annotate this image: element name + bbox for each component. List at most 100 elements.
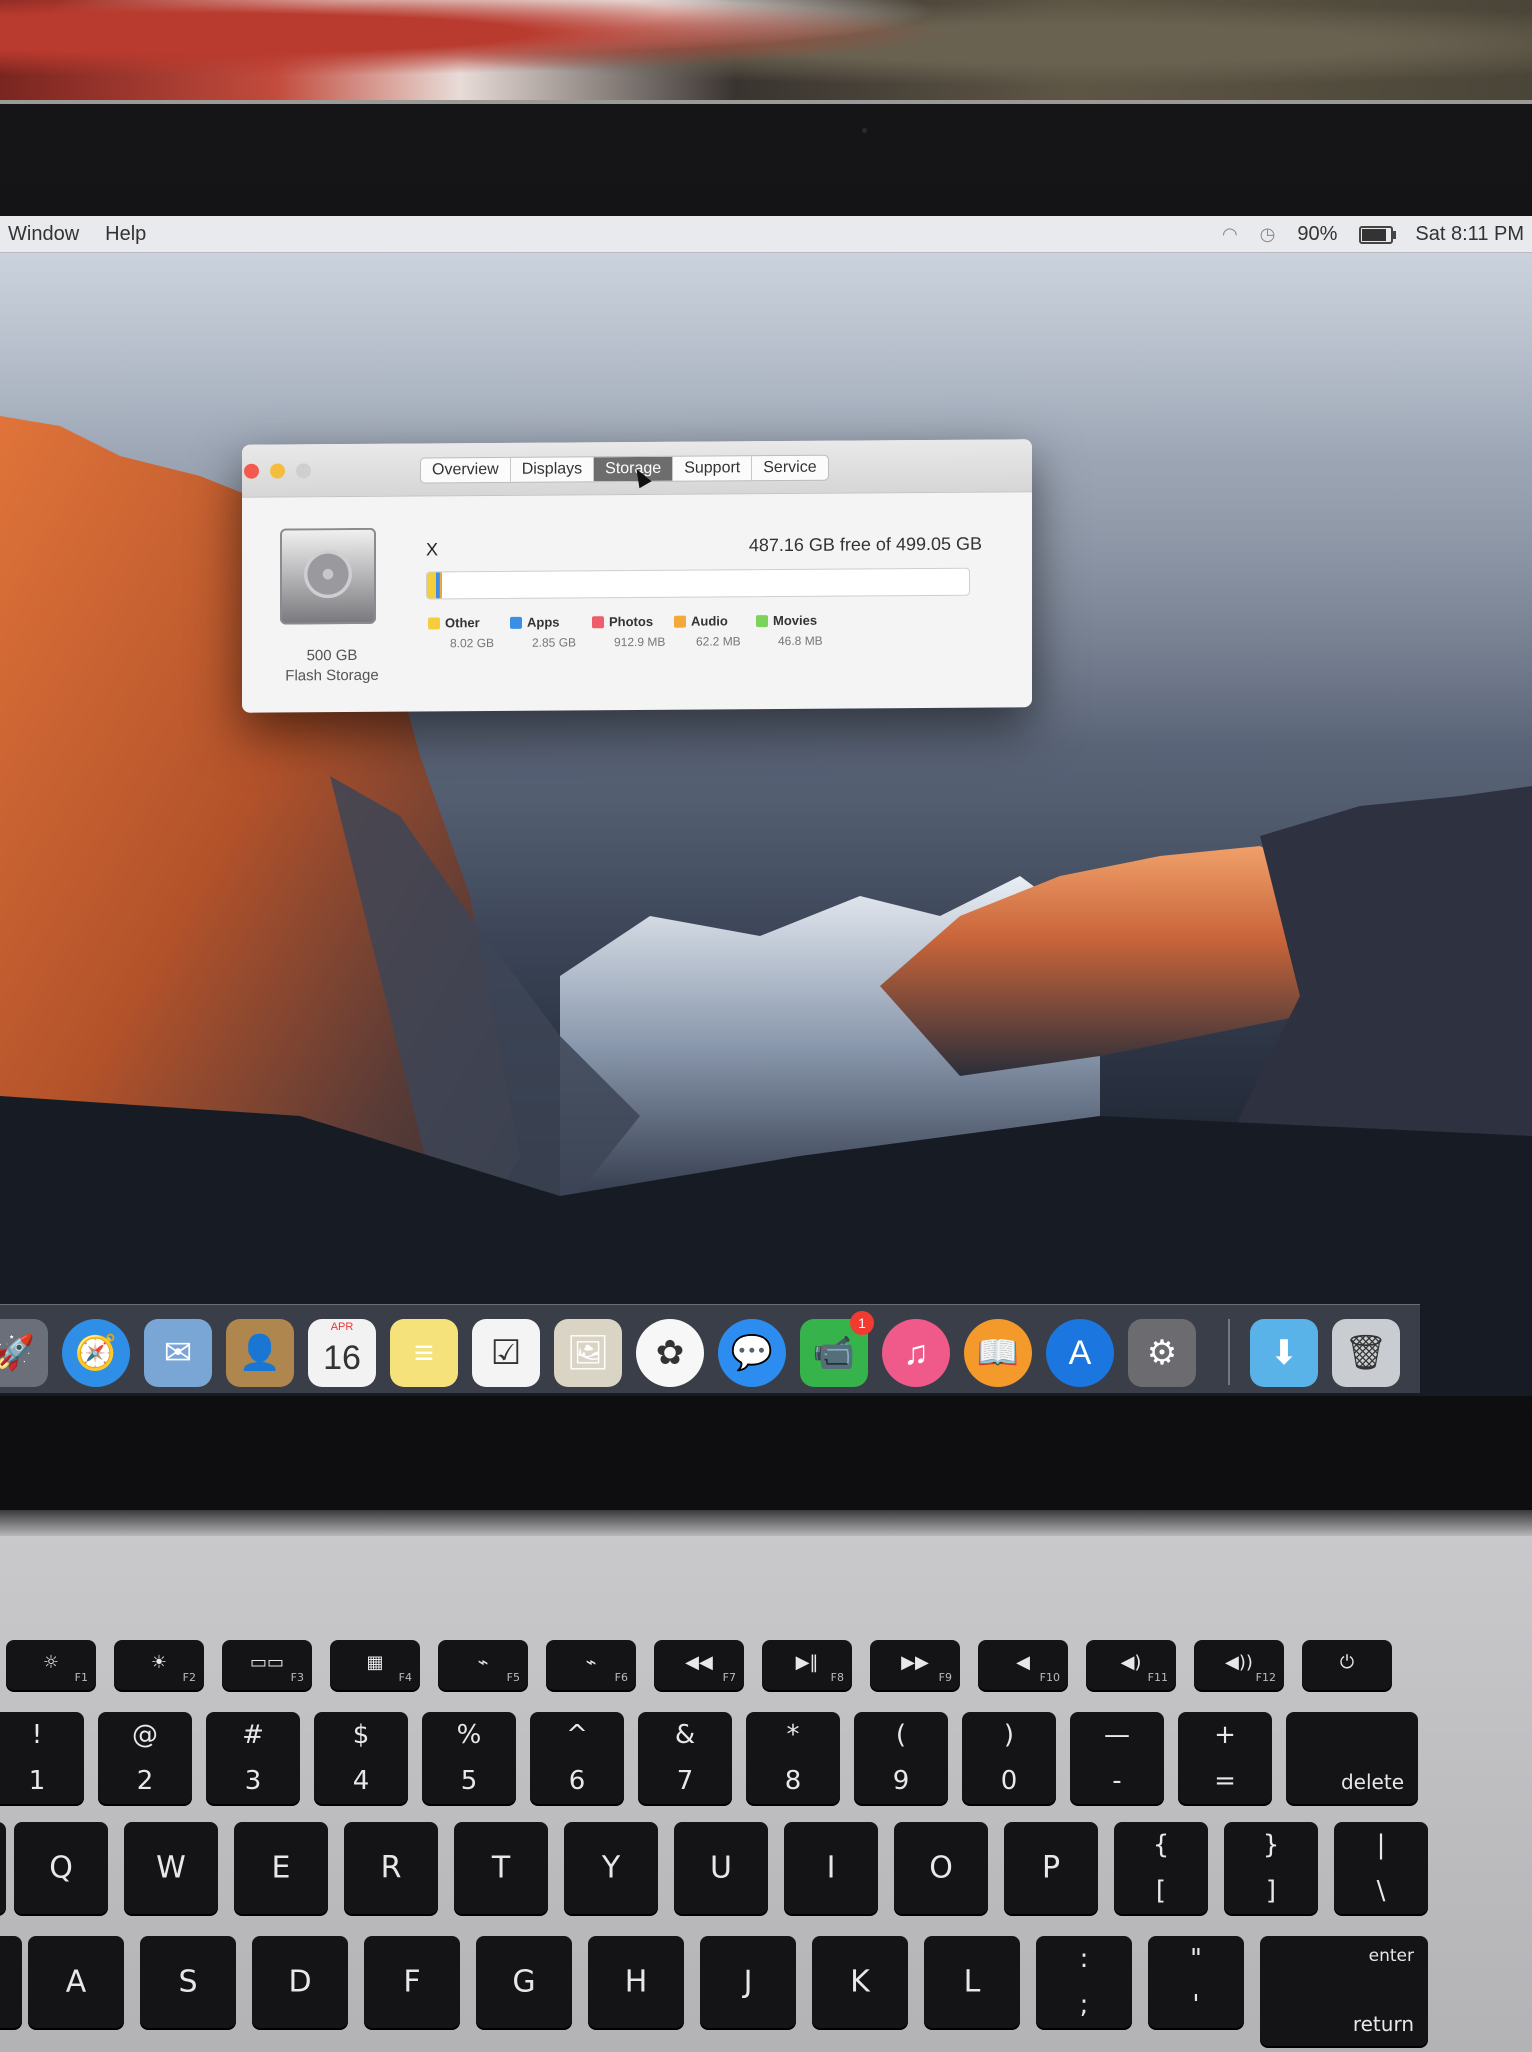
key-bracket-0[interactable]: {[ [1114,1822,1208,1914]
key-p[interactable]: P [1004,1822,1098,1914]
key-9[interactable]: (9 [854,1712,948,1804]
contacts-icon[interactable]: 👤 [226,1319,294,1387]
tab-displays[interactable]: Displays [510,457,595,482]
calendar-day: 16 [323,1338,361,1377]
key-delete[interactable]: delete [1286,1712,1418,1804]
menu-help[interactable]: Help [105,223,146,246]
key-label: F12 [1255,1671,1276,1684]
key-char: 9 [892,1766,910,1796]
legend-movies: Movies 46.8 MB [756,613,838,649]
key-d[interactable]: D [252,1936,348,2028]
key-f4[interactable]: ▦ F4 [330,1640,420,1690]
minimize-button[interactable] [270,463,285,479]
key-h[interactable]: H [588,1936,684,2028]
close-button[interactable] [244,463,259,479]
facetime-icon[interactable]: 📹 1 [800,1311,874,1387]
key-tab[interactable] [0,1822,6,1914]
key-q[interactable]: Q [14,1822,108,1914]
key-f3[interactable]: ▭▭ F3 [222,1640,312,1690]
key-bracket-2[interactable]: | \ [1334,1822,1428,1914]
key-0[interactable]: ) 0 [962,1712,1056,1804]
key-label: F7 [722,1671,736,1684]
tab-overview[interactable]: Overview [421,457,511,483]
key--[interactable]: — - [1070,1712,1164,1804]
key-g[interactable]: G [476,1936,572,2028]
messages-icon[interactable]: 💬 [718,1319,786,1387]
key-f5[interactable]: ⌁ F5 [438,1640,528,1690]
mail-icon[interactable]: ✉ [144,1319,212,1387]
battery-icon[interactable] [1359,225,1397,244]
key-f2[interactable]: ☀ F2 [114,1640,204,1690]
key-f8[interactable]: ▶‖ F8 [762,1640,852,1690]
key-l[interactable]: L [924,1936,1020,2028]
calendar-icon[interactable]: APR 16 [308,1319,376,1387]
time-machine-icon[interactable]: ◷ [1260,224,1276,245]
key-w[interactable]: W [124,1822,218,1914]
window-titlebar[interactable]: Overview Displays Storage Support Servic… [242,439,1032,498]
app-store-icon[interactable]: A [1046,1319,1114,1387]
key-f6[interactable]: ⌁ F6 [546,1640,636,1690]
key-f10[interactable]: ◀ F10 [978,1640,1068,1690]
key-j[interactable]: J [700,1936,796,2028]
key-6[interactable]: ^ 6 [530,1712,624,1804]
key-f7[interactable]: ◀◀ F7 [654,1640,744,1690]
key-f[interactable]: F [364,1936,460,2028]
volume-name: X [426,539,439,560]
key-char: ] [1265,1876,1277,1906]
system-preferences-icon[interactable]: ⚙ [1128,1319,1196,1387]
ibooks-icon[interactable]: 📖 [964,1319,1032,1387]
key-1[interactable]: ! 1 [0,1712,84,1804]
tab-service[interactable]: Service [752,456,827,481]
key-bracket-1[interactable]: }] [1224,1822,1318,1914]
tab-bar: Overview Displays Storage Support Servic… [420,454,829,484]
trash-icon[interactable]: 🗑 [1332,1319,1400,1387]
key-7[interactable]: & 7 [638,1712,732,1804]
tab-support[interactable]: Support [673,456,753,481]
key-=[interactable]: + = [1178,1712,1272,1804]
key-2[interactable]: @2 [98,1712,192,1804]
key-3[interactable]: #3 [206,1712,300,1804]
photos-icon[interactable]: ✿ [636,1319,704,1387]
key-f9[interactable]: ▶▶ F9 [870,1640,960,1690]
camera-icon [862,128,867,133]
key-punct-0[interactable]: :; [1036,1936,1132,2028]
reminders-icon[interactable]: ☑ [472,1319,540,1387]
usage-segment-other[interactable] [427,572,436,599]
itunes-icon[interactable]: ♫ [882,1319,950,1387]
storage-usage-bar[interactable] [426,567,970,600]
wifi-icon[interactable]: ◠ [1222,224,1238,245]
menu-window[interactable]: Window [8,223,79,246]
key-i[interactable]: I [784,1822,878,1914]
key-power[interactable]: ⏻ [1302,1640,1392,1690]
swatch-photos [592,615,604,628]
drive-label: 500 GB Flash Storage [252,646,412,687]
key-return[interactable]: enter return [1260,1936,1428,2046]
key-y[interactable]: Y [564,1822,658,1914]
key-4[interactable]: $4 [314,1712,408,1804]
preview-icon[interactable]: 🖼 [554,1319,622,1387]
key-e[interactable]: E [234,1822,328,1914]
key-f1[interactable]: ☼ F1 [6,1640,96,1690]
downloads-folder-icon[interactable]: ⬇ [1250,1319,1318,1387]
notes-icon[interactable]: ≡ [390,1319,458,1387]
safari-icon[interactable]: 🧭 [62,1319,130,1387]
key-5[interactable]: % 5 [422,1712,516,1804]
usage-segment-movies[interactable] [440,572,442,599]
launchpad-icon[interactable]: 🚀 [0,1319,48,1387]
key-char: 8 [784,1766,802,1796]
clock[interactable]: Sat 8:11 PM [1415,223,1524,246]
key-f12[interactable]: ◀)) F12 [1194,1640,1284,1690]
key-u[interactable]: U [674,1822,768,1914]
key-punct-1[interactable]: " ' [1148,1936,1244,2028]
key-8[interactable]: * 8 [746,1712,840,1804]
key-k[interactable]: K [812,1936,908,2028]
key-o[interactable]: O [894,1822,988,1914]
key-glyph: ◀◀ [685,1652,713,1673]
key-t[interactable]: T [454,1822,548,1914]
key-glyph: ◀)) [1225,1652,1253,1673]
key-a[interactable]: A [28,1936,124,2028]
key-f11[interactable]: ◀) F11 [1086,1640,1176,1690]
key-r[interactable]: R [344,1822,438,1914]
key-caps-lock[interactable] [0,1936,22,2028]
key-s[interactable]: S [140,1936,236,2028]
